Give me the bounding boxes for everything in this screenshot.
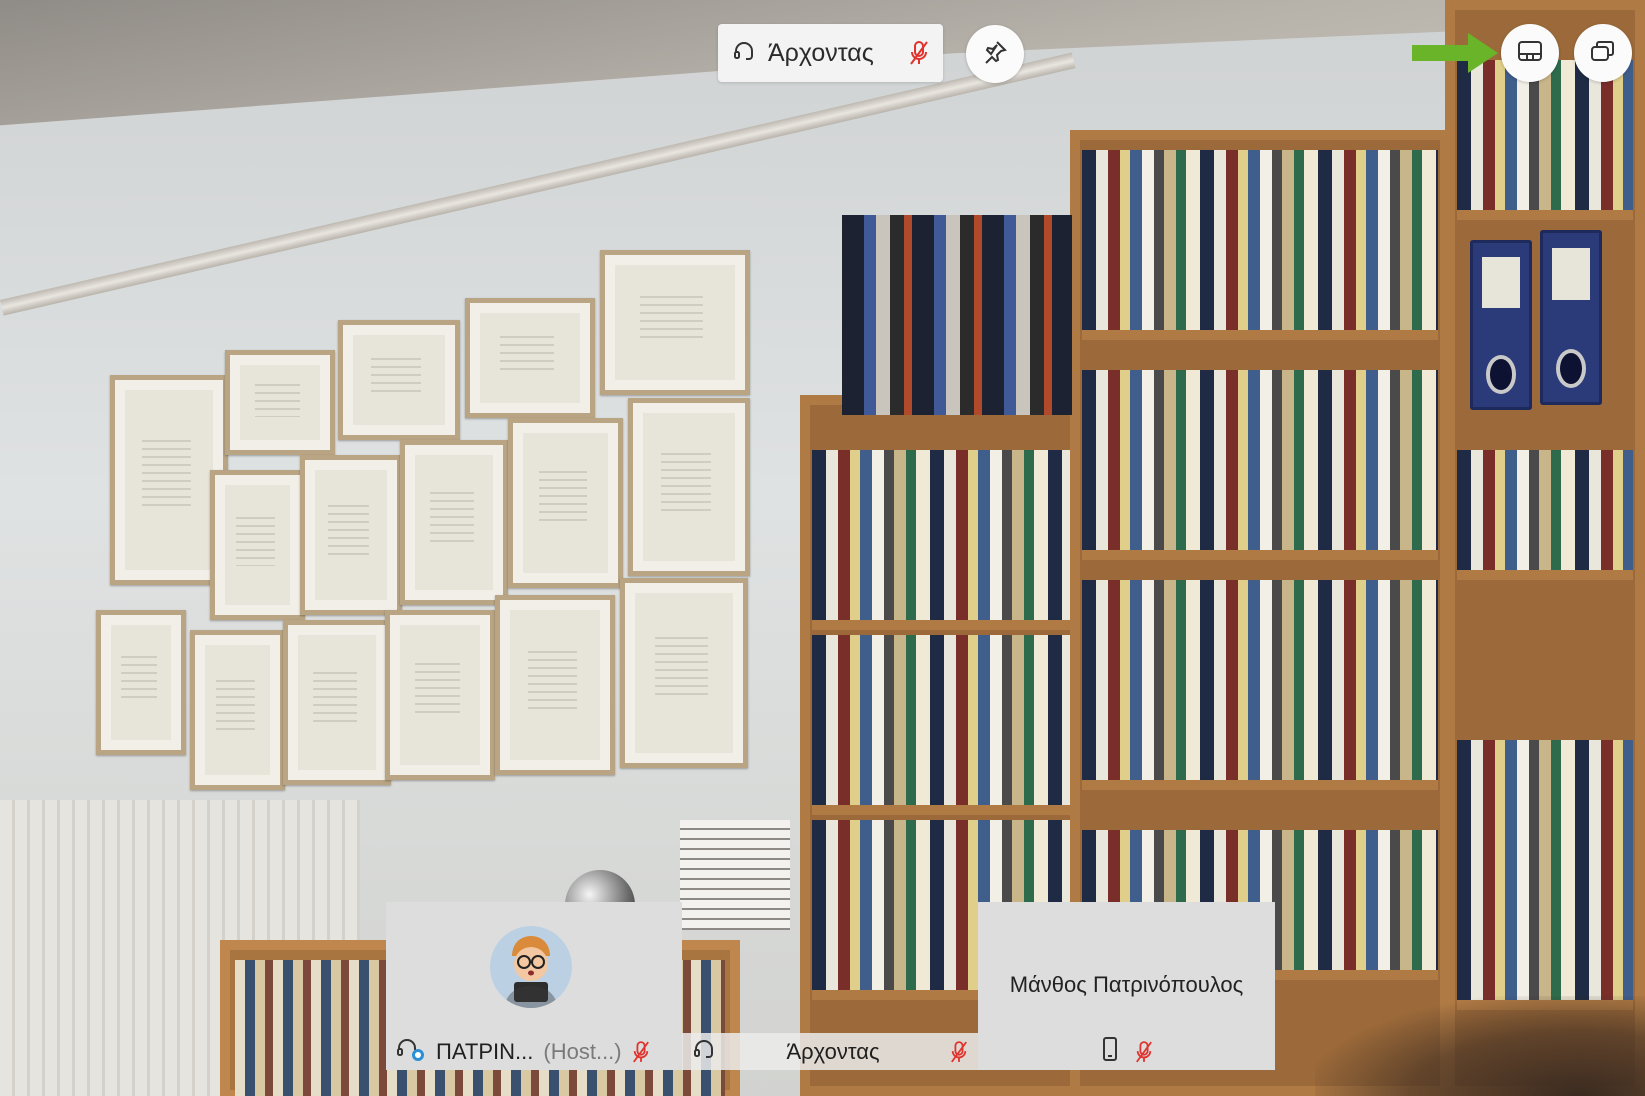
- participant-tile[interactable]: Μάνθος Πατρινόπουλος: [978, 902, 1275, 1070]
- wall-frame: [283, 620, 391, 785]
- wall-frame: [495, 595, 615, 775]
- wall-frame: [508, 418, 623, 588]
- wall-frame: [300, 455, 402, 615]
- headset-linked-icon: [396, 1036, 426, 1068]
- bookshelf: [1445, 0, 1645, 1096]
- wall-frame: [225, 350, 335, 455]
- video-shadow: [1315, 996, 1645, 1096]
- meeting-stage: Άρχοντας ΠΑΤΡΙΝ... (Host...) Άρχοντας Μά…: [0, 0, 1645, 1096]
- mic-muted-icon: [1135, 1040, 1153, 1064]
- popout-button[interactable]: [1574, 24, 1632, 82]
- panel-layout-icon: [1517, 39, 1543, 68]
- wall-frame: [210, 470, 305, 620]
- shelf-books: [1457, 450, 1633, 580]
- layout-toggle-button[interactable]: [1501, 24, 1559, 82]
- headset-icon: [692, 1037, 716, 1067]
- wall-frame: [96, 610, 186, 755]
- participant-name: Μάνθος Πατρινόπουλος: [1009, 972, 1244, 997]
- participant-bar: Άρχοντας: [682, 1033, 978, 1070]
- shelf-books: [812, 450, 1088, 630]
- headset-icon: [732, 39, 756, 68]
- phone-icon: [1101, 1036, 1119, 1068]
- wall-frame: [600, 250, 750, 395]
- wall-frame: [190, 630, 285, 790]
- callout-arrow-icon: [1412, 33, 1498, 73]
- avatar: [490, 926, 572, 1008]
- wall-frame: [400, 440, 508, 605]
- mic-muted-icon: [950, 1040, 968, 1064]
- shelf-books: [1082, 580, 1438, 790]
- blue-binder: [1470, 240, 1532, 410]
- mic-muted-icon: [632, 1040, 650, 1064]
- participant-tile[interactable]: ΠΑΤΡΙΝ... (Host...): [386, 902, 682, 1070]
- participant-name: ΠΑΤΡΙΝ...: [436, 1038, 534, 1064]
- participant-bar: ΠΑΤΡΙΝ... (Host...): [386, 1033, 682, 1070]
- shelf-books: [1457, 740, 1633, 1010]
- participant-bar: [978, 1033, 1275, 1070]
- shelf-books: [1457, 60, 1633, 220]
- shelf-books: [842, 215, 1072, 415]
- participant-name: Άρχοντας: [786, 1038, 880, 1064]
- shelf-books: [1082, 150, 1438, 340]
- wall-frame: [628, 398, 750, 576]
- participant-tile[interactable]: Άρχοντας: [682, 902, 978, 1070]
- popout-window-icon: [1590, 39, 1616, 68]
- host-label: (Host...): [543, 1038, 622, 1064]
- mic-muted-icon: [909, 40, 929, 66]
- active-speaker-chip: Άρχοντας: [718, 24, 943, 82]
- blue-binder: [1540, 230, 1602, 405]
- wall-frame: [620, 578, 748, 768]
- wall-frame: [338, 320, 460, 440]
- shelf-books: [1082, 370, 1438, 560]
- active-speaker-name: Άρχοντας: [768, 38, 874, 67]
- pin-icon: [982, 39, 1008, 70]
- pin-button[interactable]: [966, 25, 1024, 83]
- shelf-books: [812, 635, 1088, 815]
- wall-frame: [465, 298, 595, 418]
- wall-frame: [385, 610, 495, 780]
